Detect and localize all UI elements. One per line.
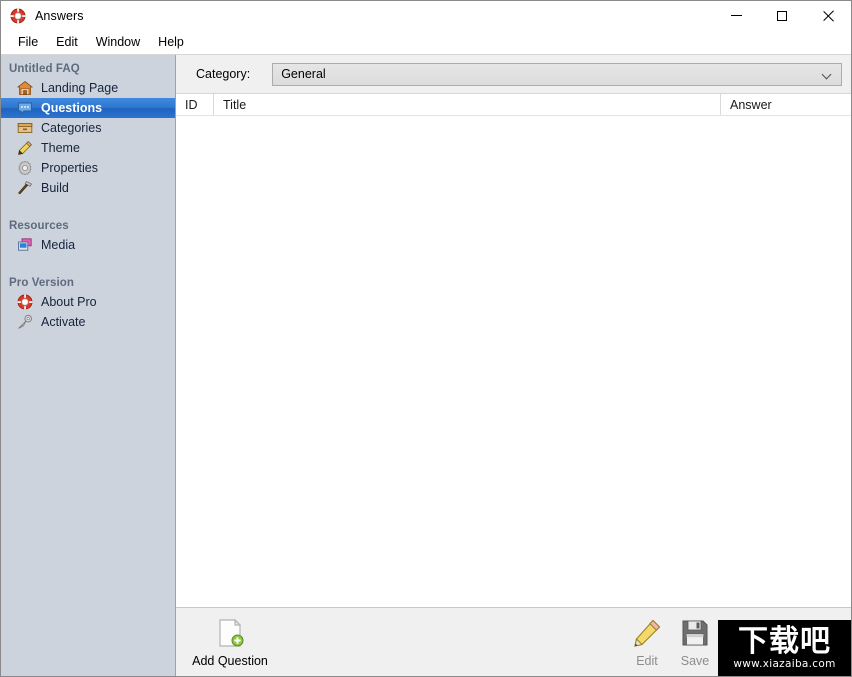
speech-bubble-icon bbox=[17, 100, 33, 116]
edit-button[interactable]: Edit bbox=[623, 608, 671, 668]
watermark: 下载吧 www.xiazaiba.com bbox=[718, 620, 851, 676]
pencil-icon bbox=[631, 617, 663, 649]
sidebar-item-properties[interactable]: Properties bbox=[1, 158, 175, 178]
column-header-title[interactable]: Title bbox=[213, 94, 720, 115]
sidebar-item-media[interactable]: Media bbox=[1, 235, 175, 255]
menu-help[interactable]: Help bbox=[149, 32, 193, 52]
save-label: Save bbox=[680, 654, 710, 668]
sidebar-item-build[interactable]: Build bbox=[1, 178, 175, 198]
gear-icon bbox=[17, 160, 33, 176]
menu-bar: File Edit Window Help bbox=[1, 30, 851, 54]
sidebar-group-title-pro-version: Pro Version bbox=[9, 277, 75, 289]
sidebar-item-landing-page[interactable]: Landing Page bbox=[1, 78, 175, 98]
images-icon bbox=[17, 237, 33, 253]
close-icon bbox=[823, 10, 834, 21]
questions-table: ID Title Answer bbox=[176, 94, 851, 607]
lifering-icon bbox=[10, 8, 26, 24]
new-document-icon bbox=[214, 617, 246, 649]
menu-file[interactable]: File bbox=[9, 32, 47, 52]
floppy-disk-icon bbox=[679, 617, 711, 649]
category-select[interactable]: General bbox=[272, 62, 843, 86]
application-window: Answers File Edit Window Help Untitled F… bbox=[0, 0, 852, 677]
menu-edit[interactable]: Edit bbox=[47, 32, 87, 52]
close-button[interactable] bbox=[805, 1, 851, 30]
window-title: Answers bbox=[35, 8, 84, 23]
sidebar-item-theme[interactable]: Theme bbox=[1, 138, 175, 158]
maximize-button[interactable] bbox=[759, 1, 805, 30]
sidebar-item-categories[interactable]: Categories bbox=[1, 118, 175, 138]
drawer-box-icon bbox=[17, 120, 33, 136]
category-label: Category: bbox=[196, 67, 251, 81]
sidebar-item-label: Questions bbox=[41, 101, 103, 115]
lifering-icon bbox=[17, 294, 33, 310]
category-bar: Category: General bbox=[176, 55, 851, 94]
key-icon bbox=[17, 314, 33, 330]
sidebar-item-label: About Pro bbox=[41, 295, 97, 309]
chevron-down-icon bbox=[823, 70, 832, 79]
sidebar: Untitled FAQ Landing Page Questions Cate… bbox=[1, 55, 176, 676]
sidebar-item-questions[interactable]: Questions bbox=[1, 98, 175, 118]
sidebar-item-label: Activate bbox=[41, 315, 86, 329]
edit-label: Edit bbox=[636, 654, 658, 668]
pencil-icon bbox=[17, 140, 33, 156]
sidebar-item-label: Media bbox=[41, 238, 76, 252]
sidebar-item-label: Theme bbox=[41, 141, 80, 155]
table-header-row: ID Title Answer bbox=[176, 94, 851, 116]
sidebar-item-about-pro[interactable]: About Pro bbox=[1, 292, 175, 312]
main-content: Category: General ID Title Answer Add Qu… bbox=[176, 55, 851, 676]
column-header-id[interactable]: ID bbox=[176, 94, 213, 115]
category-selected-value: General bbox=[281, 67, 326, 81]
sidebar-item-label: Properties bbox=[41, 161, 98, 175]
watermark-main-text: 下载吧 bbox=[738, 624, 831, 659]
toolbar-right-group: Edit Save bbox=[623, 608, 719, 668]
add-question-label: Add Question bbox=[192, 654, 268, 668]
sidebar-item-label: Landing Page bbox=[41, 81, 119, 95]
body-split: Untitled FAQ Landing Page Questions Cate… bbox=[1, 54, 851, 676]
maximize-icon bbox=[777, 10, 787, 21]
sidebar-item-activate[interactable]: Activate bbox=[1, 312, 175, 332]
save-button[interactable]: Save bbox=[671, 608, 719, 668]
column-header-answer[interactable]: Answer bbox=[720, 94, 851, 115]
title-bar: Answers bbox=[1, 1, 851, 30]
bottom-toolbar: Add Question Edit Save 下载吧 www.xiazaiba.… bbox=[176, 607, 851, 676]
home-icon bbox=[17, 80, 33, 96]
add-question-button[interactable]: Add Question bbox=[182, 608, 278, 668]
watermark-sub-text: www.xiazaiba.com bbox=[733, 658, 836, 670]
sidebar-group-title-resources: Resources bbox=[9, 220, 69, 232]
menu-window[interactable]: Window bbox=[87, 32, 149, 52]
minimize-button[interactable] bbox=[713, 1, 759, 30]
sidebar-group-title-untitled-faq: Untitled FAQ bbox=[9, 63, 80, 75]
table-body-empty[interactable] bbox=[176, 116, 851, 607]
title-bar-left: Answers bbox=[1, 8, 84, 24]
hammer-icon bbox=[17, 180, 33, 196]
sidebar-item-label: Categories bbox=[41, 121, 102, 135]
window-controls bbox=[713, 1, 851, 30]
sidebar-item-label: Build bbox=[41, 181, 69, 195]
minimize-icon bbox=[730, 15, 742, 16]
